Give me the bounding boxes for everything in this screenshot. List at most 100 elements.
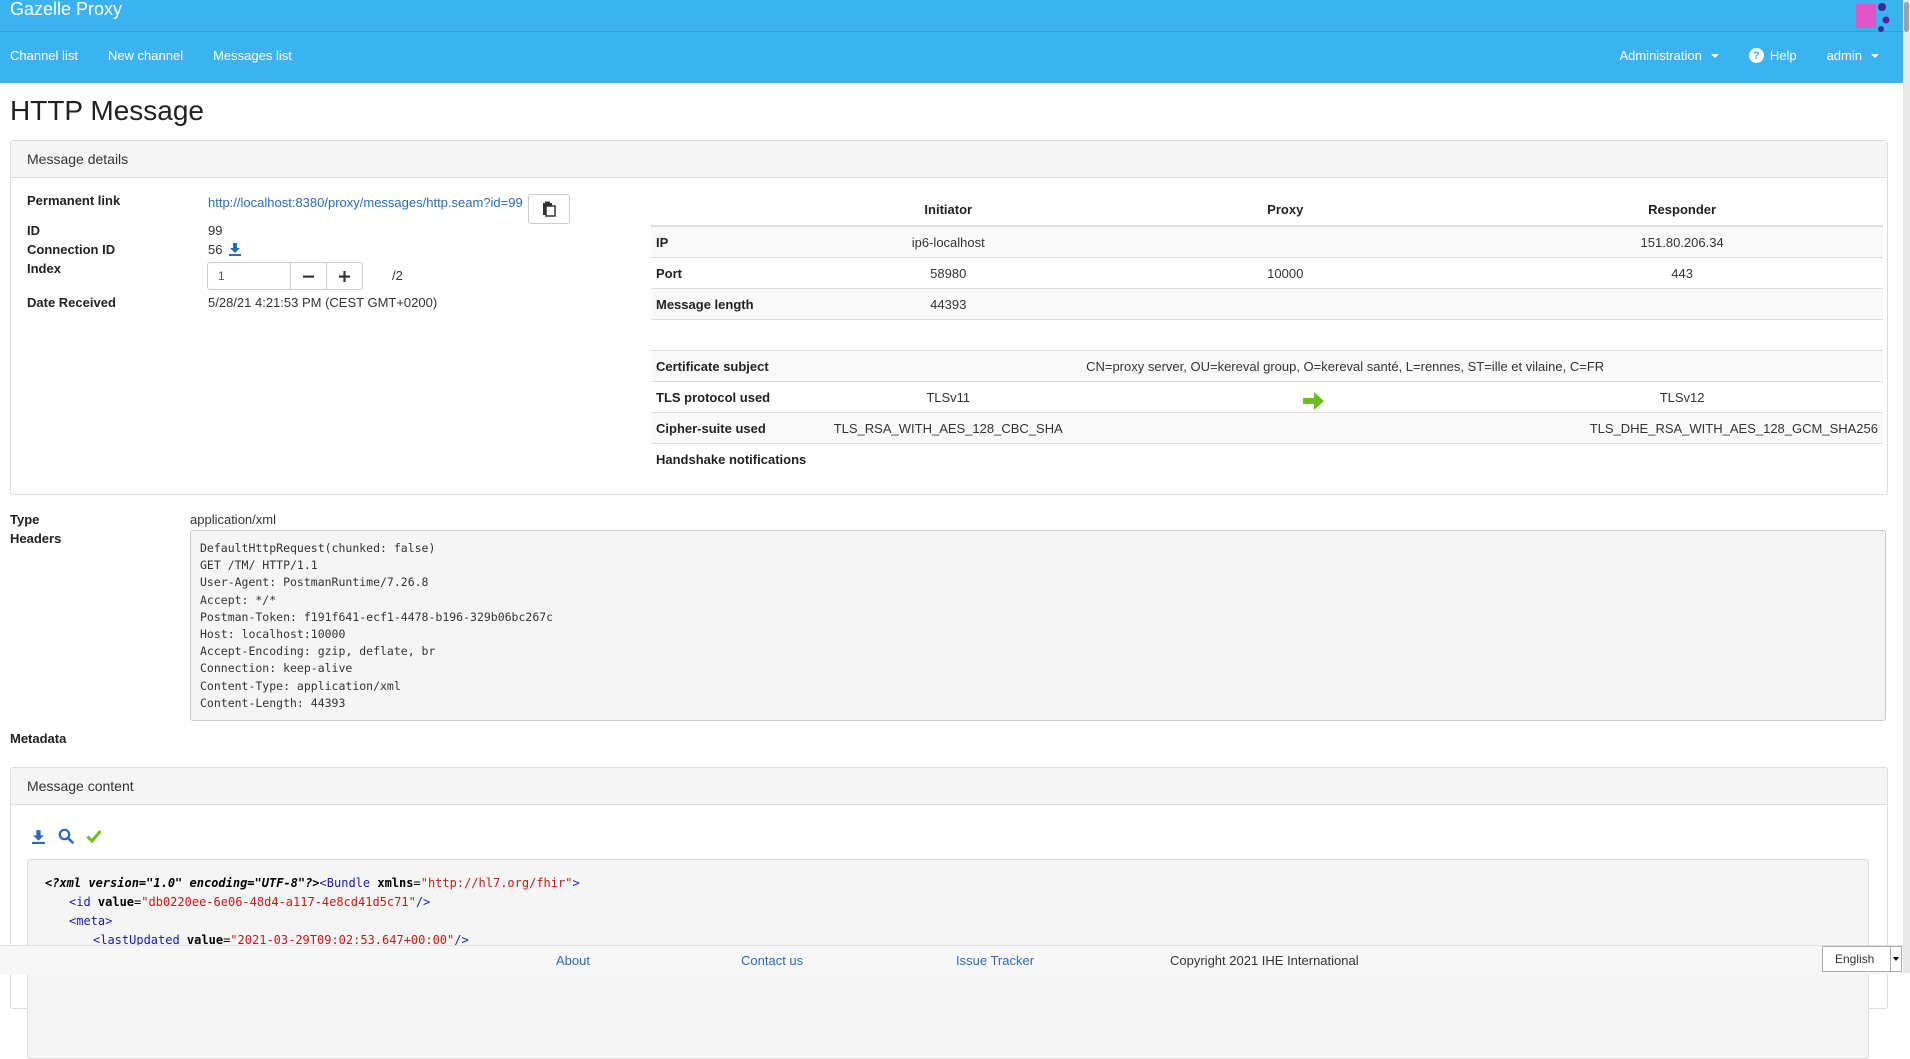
type-label: Type — [10, 512, 40, 527]
footer-issue-tracker-link[interactable]: Issue Tracker — [956, 953, 1034, 968]
gazelle-logo-icon — [1856, 3, 1890, 32]
plus-icon — [339, 270, 350, 282]
message-length-initiator: 44393 — [807, 288, 1090, 320]
port-proxy: 10000 — [1089, 257, 1482, 289]
connection-id-value: 56 — [208, 242, 223, 257]
xml-tag-close: > — [572, 876, 580, 890]
navbar-divider — [0, 31, 1903, 32]
xml-attr: value — [90, 895, 135, 909]
tls-initiator: TLSv11 — [807, 381, 1090, 413]
message-length-proxy — [1089, 288, 1482, 320]
xml-tag: <meta> — [69, 914, 113, 928]
message-length-row: Message length 44393 — [651, 288, 1883, 320]
user-nav: Administration ? Help admin — [1619, 48, 1879, 63]
certificate-label: Certificate subject — [651, 350, 808, 382]
page-title: HTTP Message — [10, 95, 204, 126]
handshake-label: Handshake notifications — [651, 443, 808, 474]
permanent-link-value-row: http://localhost:8380/proxy/messages/htt… — [208, 195, 523, 210]
index-stepper: 1 — [207, 262, 363, 290]
index-total: /2 — [392, 268, 403, 283]
ip-row: IP ip6-localhost 151.80.206.34 — [651, 225, 1883, 258]
port-row: Port 58980 10000 443 — [651, 257, 1883, 289]
download-icon[interactable] — [228, 242, 242, 256]
connection-table: Initiator Proxy Responder IP ip6-localho… — [651, 193, 1883, 474]
chevron-down-icon — [1871, 53, 1879, 58]
xml-line: <meta> — [45, 912, 1851, 931]
increment-button[interactable] — [327, 262, 363, 290]
nav-messages-list[interactable]: Messages list — [213, 48, 292, 63]
panel-heading: Message details — [11, 141, 1887, 178]
ip-label: IP — [651, 225, 808, 258]
port-label: Port — [651, 257, 808, 289]
index-label: Index — [27, 261, 61, 276]
nav-new-channel[interactable]: New channel — [108, 48, 183, 63]
message-length-label: Message length — [651, 288, 808, 320]
xml-declaration: <?xml version="1.0" encoding="UTF-8"?> — [45, 876, 320, 890]
minus-icon — [303, 275, 314, 278]
help-icon: ? — [1748, 48, 1764, 63]
xml-tag-close: /> — [415, 895, 431, 909]
chevron-down-icon — [1890, 947, 1901, 971]
footer-copyright: Copyright 2021 IHE International — [1170, 953, 1359, 968]
app-title[interactable]: Gazelle Proxy — [10, 0, 122, 19]
main-nav: Channel list New channel Messages list — [10, 48, 292, 63]
search-icon[interactable] — [58, 828, 74, 844]
cipher-proxy — [1089, 412, 1482, 444]
id-row: ID 99 — [27, 223, 222, 238]
clipboard-icon — [543, 201, 556, 217]
id-label: ID — [27, 223, 40, 238]
permanent-link-label: Permanent link — [27, 193, 121, 208]
xml-value: "db0220ee-6e06-48d4-a117-4e8cd41d5c71" — [141, 895, 416, 909]
decrement-button[interactable] — [291, 262, 327, 290]
headers-content: DefaultHttpRequest(chunked: false) GET /… — [190, 530, 1886, 721]
xml-eq: = — [413, 876, 421, 890]
user-name: admin — [1826, 48, 1862, 63]
scrollbar-thumb[interactable] — [1904, 2, 1909, 32]
date-received-value: 5/28/21 4:21:53 PM (CEST GMT+0200) — [208, 295, 438, 310]
table-spacer-row — [651, 319, 1883, 351]
ip-initiator: ip6-localhost — [807, 225, 1090, 258]
xml-tag: <Bundle — [319, 876, 371, 890]
xml-line: <id value="db0220ee-6e06-48d4-a117-4e8cd… — [45, 893, 1851, 912]
date-received-label: Date Received — [27, 295, 116, 310]
connection-id-label: Connection ID — [27, 242, 116, 257]
footer-contact-link[interactable]: Contact us — [741, 953, 803, 968]
date-received-row: Date Received 5/28/21 4:21:53 PM (CEST G… — [27, 295, 437, 310]
vertical-scrollbar[interactable] — [1903, 0, 1910, 973]
port-initiator: 58980 — [807, 257, 1090, 289]
xml-value: "http://hl7.org/fhir" — [420, 876, 573, 890]
footer: About Contact us Issue Tracker Copyright… — [0, 945, 1903, 974]
help-link[interactable]: ? Help — [1748, 48, 1797, 63]
handshake-row: Handshake notifications — [651, 443, 1883, 474]
index-input[interactable]: 1 — [207, 262, 291, 290]
checkmark-icon[interactable] — [86, 829, 102, 843]
id-value: 99 — [208, 223, 223, 238]
header-initiator: Initiator — [807, 193, 1090, 227]
permanent-link[interactable]: http://localhost:8380/proxy/messages/htt… — [208, 195, 523, 210]
administration-menu[interactable]: Administration — [1619, 48, 1719, 63]
tls-label: TLS protocol used — [651, 381, 808, 413]
copy-link-button[interactable] — [528, 194, 570, 224]
user-menu[interactable]: admin — [1827, 48, 1879, 63]
download-icon[interactable] — [31, 829, 46, 844]
message-details-panel: Message details Permanent link http://lo… — [10, 140, 1888, 495]
cipher-initiator: TLS_RSA_WITH_AES_128_CBC_SHA — [807, 412, 1090, 444]
arrow-right-icon — [1303, 392, 1324, 410]
tls-proxy — [1089, 381, 1482, 413]
language-select[interactable]: English — [1822, 946, 1902, 972]
certificate-value: CN=proxy server, OU=kereval group, O=ker… — [807, 350, 1883, 382]
headers-label: Headers — [10, 531, 62, 546]
cipher-responder: TLS_DHE_RSA_WITH_AES_128_GCM_SHA256 — [1481, 412, 1883, 444]
connection-id-row: Connection ID 56 — [27, 242, 242, 257]
header-blank — [651, 193, 808, 227]
language-selected: English — [1835, 952, 1875, 966]
help-label: Help — [1769, 48, 1797, 63]
type-value: application/xml — [190, 512, 276, 527]
panel-heading: Message content — [11, 768, 1887, 805]
message-length-responder — [1481, 288, 1883, 320]
tls-responder: TLSv12 — [1481, 381, 1883, 413]
footer-about-link[interactable]: About — [556, 953, 590, 968]
nav-channel-list[interactable]: Channel list — [10, 48, 78, 63]
certificate-row: Certificate subject CN=proxy server, OU=… — [651, 350, 1883, 382]
content-toolbar — [31, 828, 102, 844]
